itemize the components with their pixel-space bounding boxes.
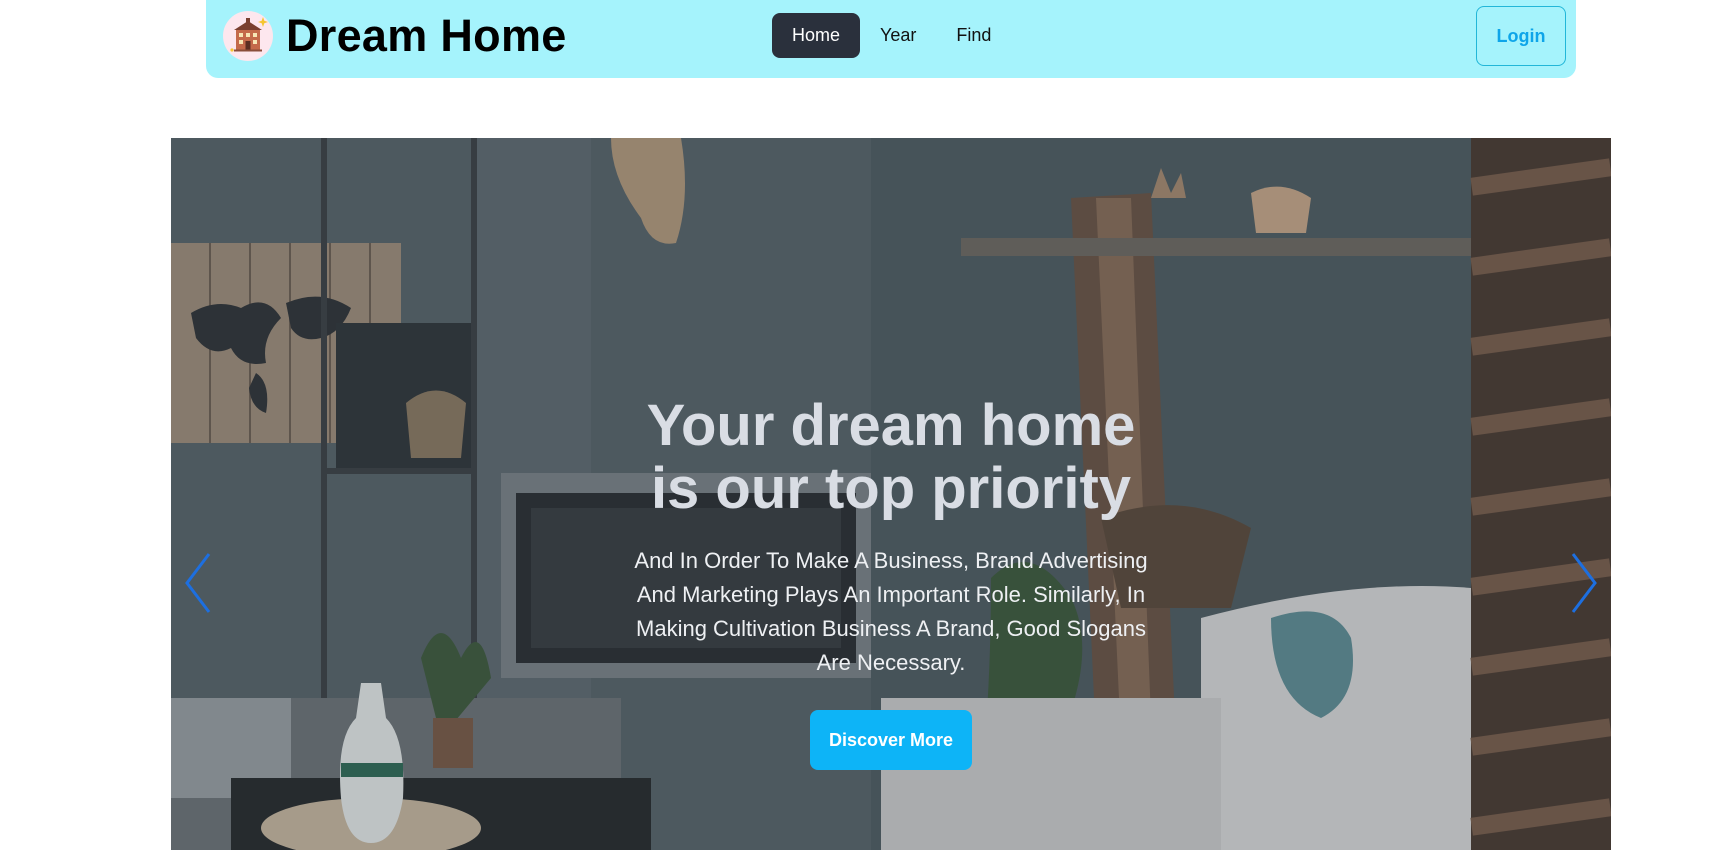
- chevron-right-icon[interactable]: [1563, 548, 1603, 618]
- hero-title: Your dream home is our top priority: [611, 394, 1171, 520]
- discover-more-button[interactable]: Discover More: [810, 710, 972, 770]
- hero-title-line-1: Your dream home: [646, 393, 1136, 458]
- chevron-left-icon[interactable]: [179, 548, 219, 618]
- hero-content: Your dream home is our top priority And …: [611, 394, 1171, 770]
- hero-carousel: Your dream home is our top priority And …: [171, 138, 1611, 850]
- hero-description: And In Order To Make A Business, Brand A…: [634, 548, 1148, 675]
- nav-link-home[interactable]: Home: [772, 13, 861, 58]
- brand[interactable]: Dream Home: [223, 10, 567, 62]
- nav-link-year[interactable]: Year: [860, 13, 936, 58]
- nav-link-find[interactable]: Find: [936, 13, 1011, 58]
- main-nav: Home Year Find: [772, 13, 1011, 58]
- house-building-icon: [223, 11, 273, 61]
- top-navbar: Dream Home Home Year Find Login: [206, 0, 1576, 78]
- hero-title-line-2: is our top priority: [650, 456, 1132, 521]
- login-button[interactable]: Login: [1476, 6, 1566, 66]
- brand-name: Dream Home: [286, 10, 567, 61]
